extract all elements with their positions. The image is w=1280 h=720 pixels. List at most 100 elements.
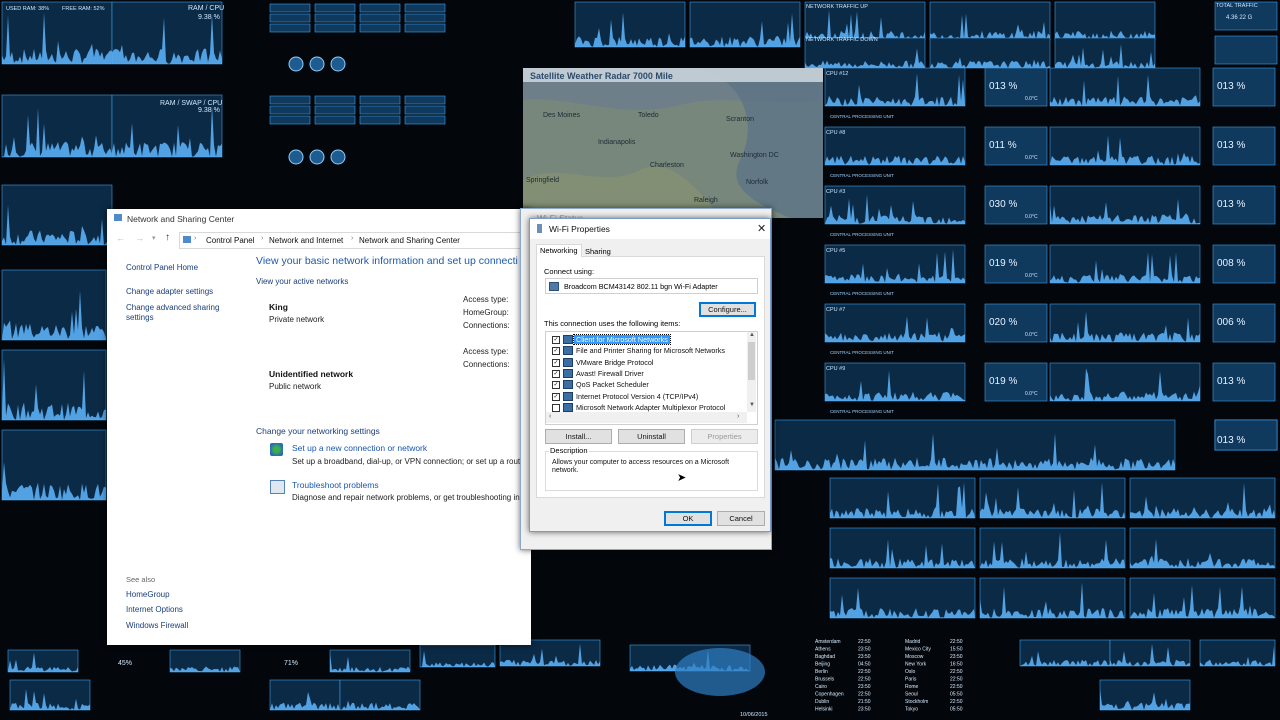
sidebar-change-adapter[interactable]: Change adapter settings [126,287,213,296]
item-checkbox[interactable] [552,403,560,412]
see-also-label: See also [126,575,156,584]
central-unit-label: CENTRAL PROCESSING UNIT [830,173,894,178]
list-item[interactable]: ✓ Client for Microsoft Networks [546,334,746,345]
item-checkbox[interactable]: ✓ [552,381,560,390]
world-city: New York [905,662,927,668]
up-arrow-icon[interactable]: ↑ [165,232,170,243]
item-checkbox[interactable]: ✓ [552,358,560,367]
network-sharing-center-window: Network and Sharing Center ← → ▾ ↑ › Con… [107,209,532,645]
city-label: Washington DC [730,152,779,159]
connections-label: Connections: [463,321,510,330]
world-city: Madrid [905,639,921,645]
ok-button[interactable]: OK [664,511,712,526]
network-type-private: Private network [269,315,325,324]
troubleshoot-icon [270,480,285,494]
world-time: 22:50 [858,639,871,645]
cpu-label: CPU #7 [826,307,845,313]
city-label: Scranton [726,116,754,123]
sidebar-advanced-sharing[interactable]: Change advanced sharing settings [126,303,236,323]
list-horizontal-scrollbar[interactable]: ‹ › [546,412,747,423]
task-troubleshoot[interactable]: Troubleshoot problems [292,480,379,490]
item-checkbox[interactable]: ✓ [552,369,560,378]
cpu-usage-value-right: 013 % [1217,199,1245,210]
configure-button[interactable]: Configure... [699,302,756,317]
cancel-label: Cancel [729,514,753,523]
city-label: Springfield [526,177,559,184]
list-item[interactable]: ✓ Internet Protocol Version 4 (TCP/IPv4) [546,391,746,402]
scroll-thumb[interactable] [748,342,755,380]
weather-radar-map: Satellite Weather Radar 7000 Mile Des Mo… [523,68,823,218]
network-component-icon [563,380,573,390]
item-checkbox[interactable]: ✓ [552,336,560,344]
network-component-icon [563,357,573,367]
install-button[interactable]: Install... [545,429,612,444]
dialog-titlebar: Wi-Fi Properties ✕ [530,219,770,239]
cpu-label: CPU #9 [826,366,845,372]
scroll-up-icon[interactable]: ▲ [749,332,755,338]
network-component-icon [563,391,573,401]
cpu-temp-value: 0.0°C [1025,214,1038,220]
see-also-internet-options[interactable]: Internet Options [126,605,183,614]
sidebar-control-panel-home[interactable]: Control Panel Home [126,263,198,272]
world-time: 22:50 [950,699,963,705]
items-list[interactable]: ✓ Client for Microsoft Networks ✓ File and … [545,331,758,425]
item-label: File and Printer Sharing for Microsoft N… [576,346,725,356]
bottom-pct-2: 71% [284,660,298,667]
see-also-homegroup[interactable]: HomeGroup [126,590,170,599]
world-time: 04:50 [858,662,871,668]
cpu-usage-value-right: 013 % [1217,81,1245,92]
breadcrumb-control-panel[interactable]: Control Panel [206,236,254,245]
properties-button[interactable]: Properties [691,429,758,444]
task-setup-connection[interactable]: Set up a new connection or network [292,443,427,453]
city-label: Norfolk [746,179,769,186]
list-item[interactable]: ✓ File and Printer Sharing for Microsoft … [546,345,746,356]
cpu-temp-value: 0.0°C [1025,273,1038,279]
list-item[interactable]: ✓ QoS Packet Scheduler [546,379,746,390]
traffic-down-label: NETWORK TRAFFIC DOWN [806,37,878,43]
forward-arrow-icon[interactable]: → [135,233,144,243]
world-city: Athens [815,647,831,653]
see-also-windows-firewall[interactable]: Windows Firewall [126,621,188,630]
uninstall-button[interactable]: Uninstall [618,429,685,444]
item-checkbox[interactable]: ✓ [552,347,560,356]
tab-sharing[interactable]: Sharing [582,246,614,257]
back-arrow-icon[interactable]: ← [116,233,125,243]
item-checkbox[interactable]: ✓ [552,392,560,401]
cpu-label: CPU #12 [826,71,848,77]
tab-networking[interactable]: Networking [536,244,582,257]
breadcrumb: › Control Panel › Network and Internet ›… [179,232,532,249]
description-label: Description [549,446,589,455]
world-city: Cairo [815,684,827,690]
network-setup-icon [270,443,283,456]
city-label: Des Moines [543,112,580,119]
scroll-left-icon[interactable]: ‹ [549,413,551,420]
item-label: Internet Protocol Version 4 (TCP/IPv4) [576,391,699,401]
total-traffic-value: 4.36 22 G [1226,15,1253,21]
breadcrumb-network-internet[interactable]: Network and Internet [269,236,343,245]
cpu-label: CPU #5 [826,248,845,254]
cpu-temp-value: 0.0°C [1025,155,1038,161]
world-time: 21:50 [858,699,871,705]
cpu-temp-value: 0.0°C [1025,96,1038,102]
world-city: Beijing [815,662,830,668]
cancel-button[interactable]: Cancel [717,511,765,526]
adapter-field: Broadcom BCM43142 802.11 bgn Wi-Fi Adapt… [545,278,758,294]
clock-date: 10/06/2015 [740,712,768,718]
world-city: Helsinki [815,707,833,713]
control-panel-icon [114,214,122,221]
breadcrumb-network-sharing[interactable]: Network and Sharing Center [359,236,460,245]
scroll-right-icon[interactable]: › [737,413,739,420]
address-bar: ← → ▾ ↑ › Control Panel › Network and In… [107,232,532,249]
list-item[interactable]: ✓ VMware Bridge Protocol [546,357,746,368]
close-icon[interactable]: ✕ [757,222,766,235]
scroll-down-icon[interactable]: ▼ [749,402,755,408]
used-ram-label: USED RAM: 38% [6,6,49,12]
cpu-usage-value-right: 013 % [1217,435,1245,446]
description-text: Allows your computer to access resources… [552,459,730,474]
recent-dropdown-icon[interactable]: ▾ [152,234,156,242]
city-label: Indianapolis [598,139,636,146]
world-city: Mexico City [905,647,931,653]
list-vertical-scrollbar[interactable]: ▲ ▼ [747,332,756,412]
ram-cpu-value: 9.38 % [198,14,220,21]
list-item[interactable]: ✓ Avast! Firewall Driver [546,368,746,379]
